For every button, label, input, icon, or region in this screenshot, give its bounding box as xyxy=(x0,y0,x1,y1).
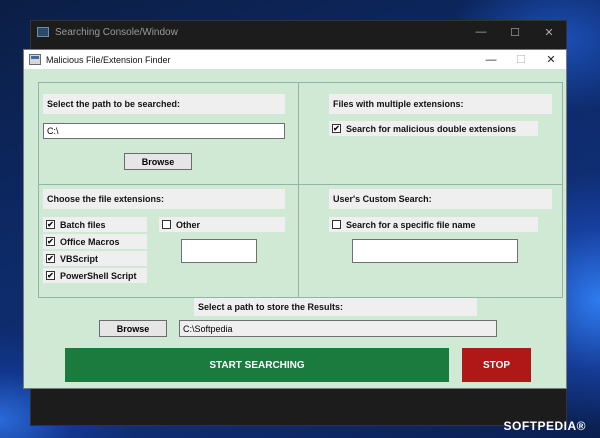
custom-search-label: User's Custom Search: xyxy=(329,189,552,209)
checkbox-check-icon: ✔ xyxy=(46,236,55,246)
other-checkbox[interactable]: Other xyxy=(159,217,285,232)
dialog-titlebar: Malicious File/Extension Finder — ☐ ✕ xyxy=(24,50,566,69)
path-label: Select the path to be searched: xyxy=(43,94,285,114)
double-extensions-checkbox[interactable]: ✔ Search for malicious double extensions xyxy=(329,121,538,136)
console-titlebar: Searching Console/Window — ☐ ✕ xyxy=(31,21,566,43)
softpedia-watermark: SOFTPEDIA® xyxy=(503,419,586,433)
path-panel: Select the path to be searched: C:\ Brow… xyxy=(38,82,299,185)
custom-search-panel: User's Custom Search: Search for a speci… xyxy=(298,184,563,298)
maximize-button[interactable]: ☐ xyxy=(506,50,536,69)
checkbox-check-icon: ✔ xyxy=(46,219,55,229)
dialog-title: Malicious File/Extension Finder xyxy=(46,54,171,65)
vbscript-label: VBScript xyxy=(60,253,99,264)
browse-search-path-button[interactable]: Browse xyxy=(124,153,192,170)
stop-button[interactable]: STOP xyxy=(462,348,531,382)
vbscript-checkbox[interactable]: ✔ VBScript xyxy=(43,251,147,266)
browse-results-button[interactable]: Browse xyxy=(99,320,167,337)
extensions-label: Choose the file extensions: xyxy=(43,189,285,209)
office-macros-checkbox[interactable]: ✔ Office Macros xyxy=(43,234,147,249)
office-macros-label: Office Macros xyxy=(60,236,120,247)
console-maximize-button[interactable]: ☐ xyxy=(498,26,532,39)
results-path-input[interactable]: C:\Softpedia xyxy=(179,320,497,337)
checkbox-empty-icon xyxy=(162,220,171,229)
app-icon xyxy=(29,54,41,65)
results-path-label: Select a path to store the Results: xyxy=(194,298,477,316)
checkbox-check-icon: ✔ xyxy=(46,270,55,280)
double-extensions-label: Search for malicious double extensions xyxy=(346,123,517,134)
other-label: Other xyxy=(176,219,201,230)
console-minimize-button[interactable]: — xyxy=(464,26,498,39)
multiple-extensions-panel: Files with multiple extensions: ✔ Search… xyxy=(298,82,563,185)
finder-dialog: Malicious File/Extension Finder — ☐ ✕ Se… xyxy=(23,49,567,389)
batch-files-label: Batch files xyxy=(60,219,106,230)
batch-files-checkbox[interactable]: ✔ Batch files xyxy=(43,217,147,232)
minimize-button[interactable]: — xyxy=(476,50,506,69)
extensions-panel: Choose the file extensions: ✔ Batch file… xyxy=(38,184,299,298)
checkbox-check-icon: ✔ xyxy=(332,123,341,133)
close-button[interactable]: ✕ xyxy=(536,50,566,69)
powershell-label: PowerShell Script xyxy=(60,270,137,281)
console-title: Searching Console/Window xyxy=(55,26,178,38)
custom-file-name-input[interactable] xyxy=(352,239,518,263)
console-close-button[interactable]: ✕ xyxy=(532,26,566,39)
specific-file-label: Search for a specific file name xyxy=(346,219,476,230)
console-app-icon xyxy=(37,27,49,37)
checkbox-check-icon: ✔ xyxy=(46,253,55,263)
powershell-checkbox[interactable]: ✔ PowerShell Script xyxy=(43,268,147,283)
multiple-extensions-label: Files with multiple extensions: xyxy=(329,94,552,114)
checkbox-empty-icon xyxy=(332,220,341,229)
specific-file-checkbox[interactable]: Search for a specific file name xyxy=(329,217,538,232)
search-path-input[interactable]: C:\ xyxy=(43,123,285,139)
start-searching-button[interactable]: START SEARCHING xyxy=(65,348,449,382)
other-extension-input[interactable] xyxy=(181,239,257,263)
